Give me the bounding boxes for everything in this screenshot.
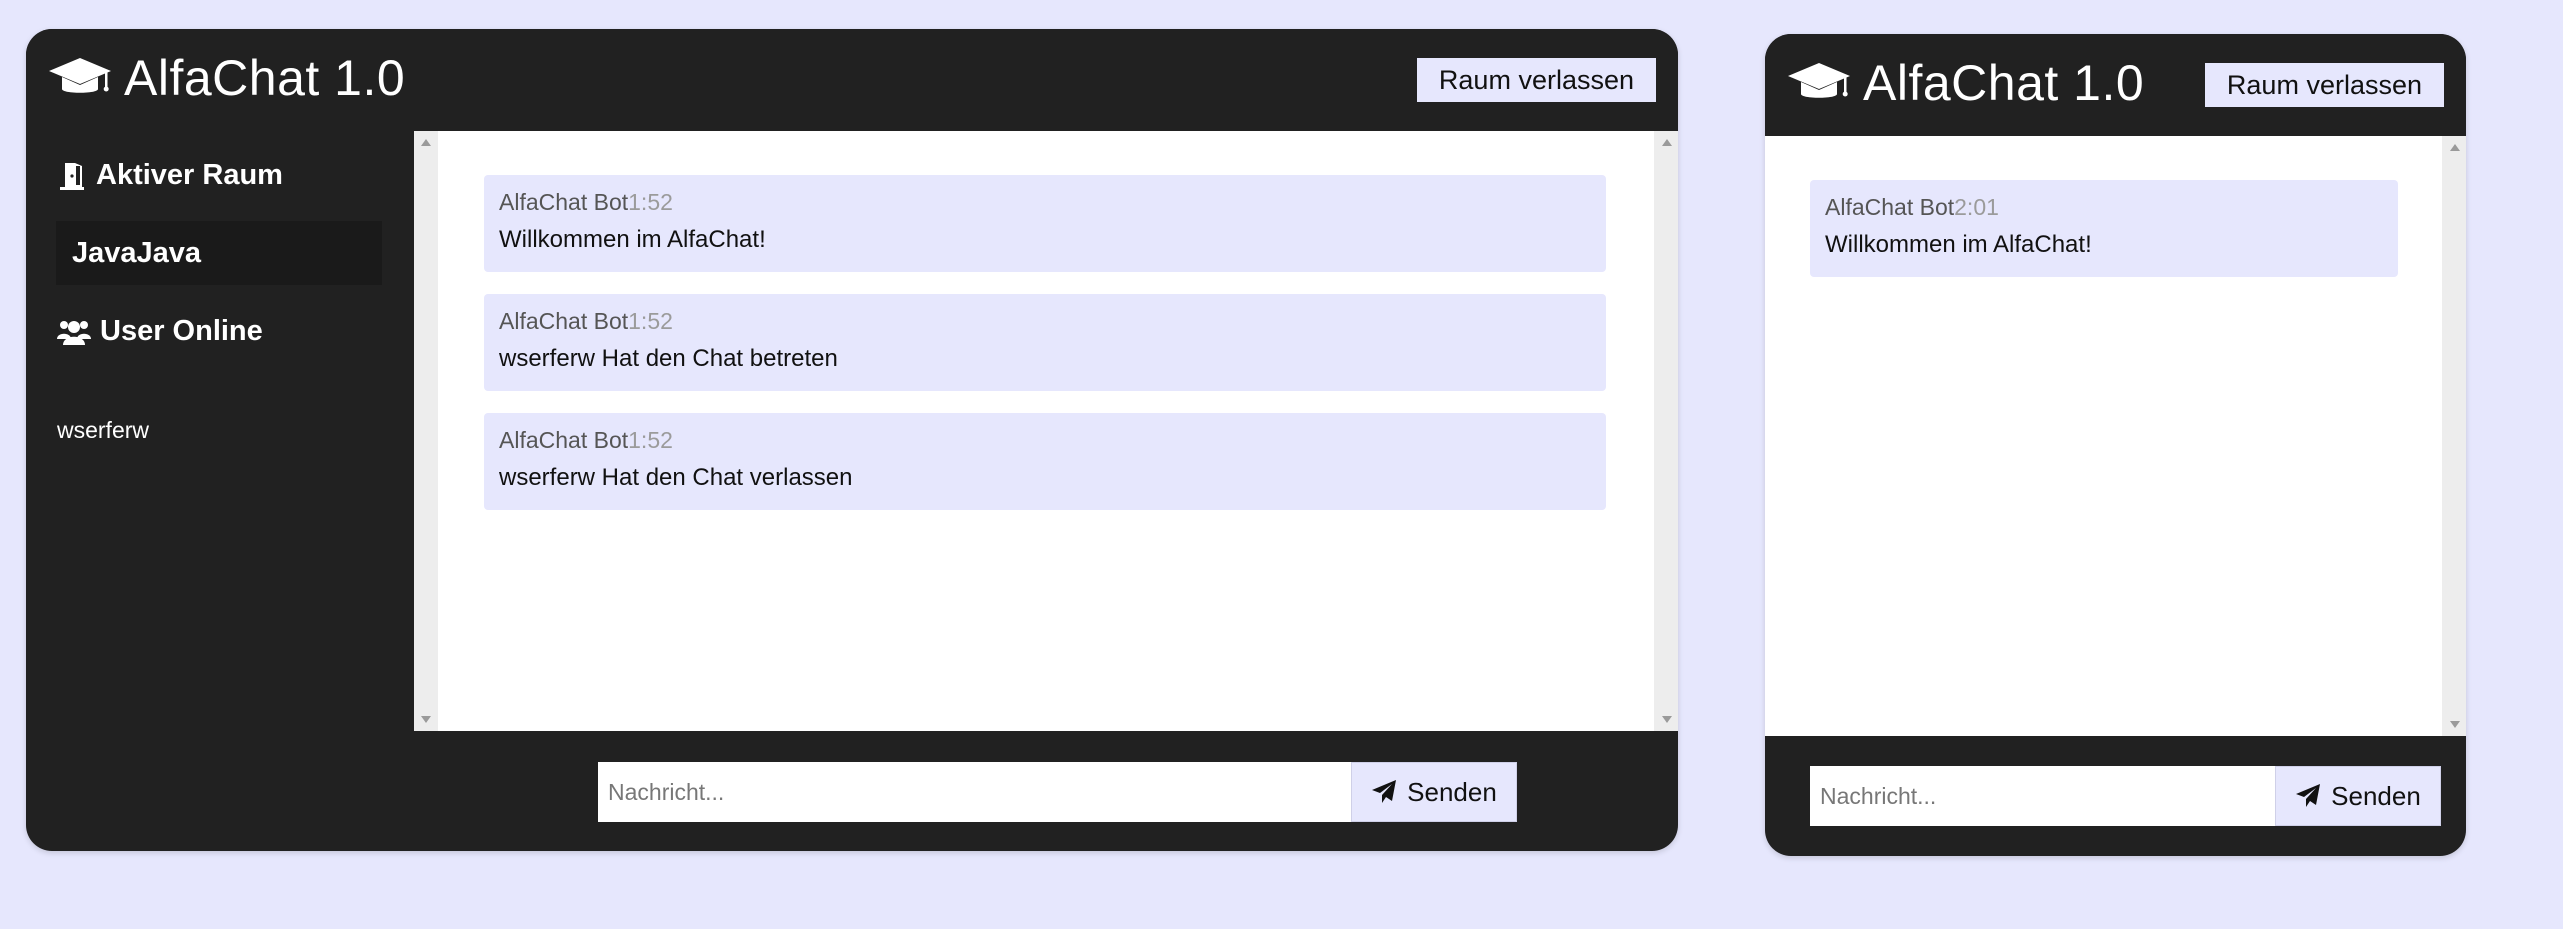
scroll-up-icon[interactable] xyxy=(2450,144,2460,151)
users-online-heading: User Online xyxy=(56,315,263,348)
app-title: AlfaChat 1.0 xyxy=(124,50,406,106)
active-room-heading: Aktiver Raum xyxy=(56,159,283,192)
message-sender: AlfaChat Bot xyxy=(499,189,629,215)
leave-room-button[interactable]: Raum verlassen xyxy=(2204,63,2444,107)
message-composer: Senden xyxy=(1810,766,2441,826)
brand: AlfaChat 1.0 xyxy=(1787,54,2144,112)
message-composer: Senden xyxy=(598,762,1517,822)
leave-room-button[interactable]: Raum verlassen xyxy=(1416,58,1656,102)
scrollbar-right[interactable] xyxy=(2442,136,2466,736)
graduation-cap-icon xyxy=(1788,63,1850,98)
app-title: AlfaChat 1.0 xyxy=(1863,55,2145,111)
send-label: Senden xyxy=(2331,780,2421,811)
chat-message: AlfaChat Bot1:52 wserferw Hat den Chat b… xyxy=(484,294,1606,391)
message-sender: AlfaChat Bot xyxy=(499,427,629,453)
message-text: wserferw Hat den Chat verlassen xyxy=(499,464,853,491)
chat-message: AlfaChat Bot1:52 wserferw Hat den Chat v… xyxy=(484,413,1606,510)
door-open-icon xyxy=(60,162,84,190)
chat-window-desktop: AlfaChat 1.0 Raum verlassen Aktiver Raum… xyxy=(26,29,1678,851)
app-header: AlfaChat 1.0 Raum verlassen xyxy=(26,29,1678,131)
scroll-down-icon[interactable] xyxy=(421,716,431,723)
paper-plane-icon xyxy=(2296,784,2321,807)
users-online-heading-label: User Online xyxy=(100,315,263,347)
active-room-label: JavaJava xyxy=(72,236,202,269)
send-button[interactable]: Senden xyxy=(2275,766,2441,826)
message-list[interactable]: AlfaChat Bot2:01 Willkommen im AlfaChat! xyxy=(1765,136,2466,736)
message-input[interactable] xyxy=(598,762,1351,822)
app-header: AlfaChat 1.0 Raum verlassen xyxy=(1765,34,2466,136)
message-input[interactable] xyxy=(1810,766,2275,826)
message-text: wserferw Hat den Chat betreten xyxy=(499,345,838,372)
message-time: 1:52 xyxy=(628,189,673,215)
message-text: Willkommen im AlfaChat! xyxy=(1825,231,2092,258)
scroll-down-icon[interactable] xyxy=(2450,721,2460,728)
online-user: wserferw xyxy=(57,417,150,443)
scrollbar-right[interactable] xyxy=(1654,131,1678,731)
message-time: 2:01 xyxy=(1954,194,1999,220)
scrollbar-left[interactable] xyxy=(414,131,438,731)
users-icon xyxy=(57,320,91,345)
send-button[interactable]: Senden xyxy=(1351,762,1517,822)
message-time: 1:52 xyxy=(628,308,673,334)
send-label: Senden xyxy=(1407,776,1497,807)
sidebar: Aktiver Raum JavaJava User Online wserfe… xyxy=(26,131,414,731)
chat-message: AlfaChat Bot2:01 Willkommen im AlfaChat! xyxy=(1810,180,2398,277)
scroll-up-icon[interactable] xyxy=(1662,139,1672,146)
message-time: 1:52 xyxy=(628,427,673,453)
active-room-name[interactable]: JavaJava xyxy=(56,221,382,285)
message-sender: AlfaChat Bot xyxy=(499,308,629,334)
graduation-cap-icon xyxy=(49,58,111,93)
message-sender: AlfaChat Bot xyxy=(1825,194,1955,220)
chat-message: AlfaChat Bot1:52 Willkommen im AlfaChat! xyxy=(484,175,1606,272)
paper-plane-icon xyxy=(1372,780,1397,803)
active-room-heading-label: Aktiver Raum xyxy=(96,159,283,191)
scroll-down-icon[interactable] xyxy=(1662,716,1672,723)
message-list[interactable]: AlfaChat Bot1:52 Willkommen im AlfaChat!… xyxy=(414,131,1678,731)
message-text: Willkommen im AlfaChat! xyxy=(499,226,766,253)
brand: AlfaChat 1.0 xyxy=(48,49,405,107)
chat-window-mobile: AlfaChat 1.0 Raum verlassen AlfaChat Bot… xyxy=(1765,34,2466,856)
scroll-up-icon[interactable] xyxy=(421,139,431,146)
